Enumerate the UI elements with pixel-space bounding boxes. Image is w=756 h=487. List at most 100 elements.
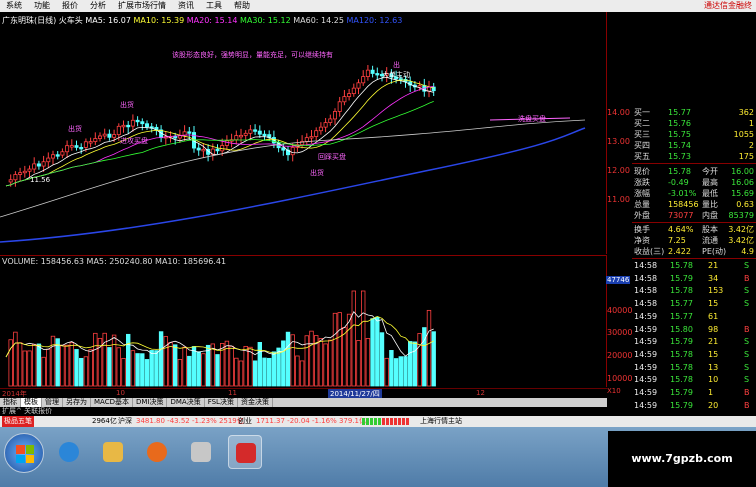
stat-label: 收益(三) — [634, 247, 665, 256]
stat-label: 外盘 — [634, 211, 650, 220]
bid-row-2[interactable]: 买二 15.76 1 — [632, 118, 756, 129]
tick-bs: S — [744, 286, 750, 296]
candle-body — [55, 154, 60, 157]
tab-save-as[interactable]: 另存为 — [63, 398, 91, 407]
volume-bar — [370, 318, 375, 387]
volume-bar — [346, 313, 352, 387]
tab-macd[interactable]: MACD基本 — [91, 398, 133, 407]
tick-vol: 1 — [708, 388, 714, 397]
volume-tick-20000: 20000 — [607, 351, 633, 360]
menu-extended-market[interactable]: 扩展市场行情 — [112, 0, 172, 12]
tdx-taskbar-button[interactable] — [228, 435, 262, 469]
bid-price: 15.77 — [668, 108, 691, 117]
tab-indicator[interactable]: 指标 — [0, 398, 21, 407]
tick-row: 14:59 15.77 61 — [632, 312, 756, 322]
date-axis: 2014年 10 11 2014/11/27/四 12 — [0, 388, 607, 399]
volume-bar — [248, 346, 253, 387]
explorer-taskbar-button[interactable] — [96, 435, 130, 469]
volume-bar — [163, 336, 168, 387]
ie-icon — [59, 442, 79, 462]
start-button[interactable] — [4, 433, 44, 473]
tick-vol: 21 — [708, 337, 719, 347]
stat-label: 最低 — [702, 189, 718, 198]
bid-price: 15.76 — [668, 119, 691, 128]
volume-tick-40000: 40000 — [607, 306, 633, 315]
bid-row-3[interactable]: 买三 15.75 1055 — [632, 129, 756, 140]
candle-body — [375, 73, 380, 76]
tick-row: 14:59 15.80 98 B — [632, 325, 756, 335]
menu-help[interactable]: 帮助 — [228, 0, 256, 12]
tick-bs: S — [744, 362, 750, 372]
annotation-sell-3: 出货 — [310, 169, 324, 177]
volume-bar — [234, 357, 239, 387]
candle-body — [238, 134, 243, 138]
tick-time: 14:59 — [634, 375, 658, 385]
date-label-12: 12 — [476, 389, 485, 397]
annotation-sell-1: 出货 — [68, 125, 82, 133]
tab-dmi[interactable]: DMI决策 — [133, 398, 168, 407]
candle-body — [248, 129, 253, 134]
candle-body — [351, 87, 356, 94]
volume-bar — [158, 331, 164, 387]
volume-bar — [36, 343, 42, 387]
menu-quote[interactable]: 报价 — [56, 0, 84, 12]
tick-time: 14:59 — [634, 400, 658, 410]
ma-indicator-line: 广东明珠(日线) 火车头 MA5: 16.07 MA10: 15.39 MA20… — [2, 15, 402, 26]
volume-bar — [426, 309, 432, 387]
candle-body — [417, 85, 422, 88]
candle-body — [332, 111, 337, 120]
candle-body — [102, 133, 107, 137]
menu-analysis[interactable]: 分析 — [84, 0, 112, 12]
volume-bar — [126, 333, 131, 387]
tab-fsl[interactable]: FSL决策 — [205, 398, 238, 407]
ime-logo[interactable]: 极品五笔 — [2, 416, 34, 427]
volume-bar — [41, 356, 46, 387]
stat-row-turnover: 换手 4.64% 股本 3.42亿 — [632, 224, 756, 235]
bid-volume: 2 — [748, 141, 754, 150]
ie-taskbar-button[interactable] — [52, 435, 86, 469]
bid-label: 买三 — [634, 130, 650, 139]
stock-name: 广东明珠(日线) — [2, 16, 57, 25]
tick-bs: S — [744, 349, 750, 359]
volume-bar — [398, 356, 403, 387]
tab-manage[interactable]: 管理 — [42, 398, 63, 407]
stat-value: 2.422 — [668, 247, 691, 256]
candle-body — [356, 82, 361, 89]
volume-bar — [393, 358, 399, 387]
volume-panel[interactable]: VOLUME: 158456.63 MA5: 250240.80 MA10: 1… — [0, 255, 607, 387]
ma60-value: MA60: 14.25 — [293, 16, 344, 25]
app-title-badge: 通达信金融终 — [704, 1, 752, 10]
stat-label: PE(动) — [702, 247, 727, 256]
menu-tools[interactable]: 工具 — [200, 0, 228, 12]
stat-row-change: 涨跌 -0.49 最高 16.06 — [632, 177, 756, 188]
candle-body — [121, 124, 126, 128]
volume-bar — [64, 344, 70, 387]
volume-bar — [285, 331, 291, 387]
stat-label: 涨跌 — [634, 178, 650, 187]
menu-system[interactable]: 系统 — [0, 0, 28, 12]
bid-row-4[interactable]: 买四 15.74 2 — [632, 140, 756, 151]
tab-dma[interactable]: DMA决策 — [167, 398, 205, 407]
annotation-sell-2: 出货 — [120, 101, 134, 109]
app-taskbar-button[interactable] — [184, 435, 218, 469]
extension-tab[interactable]: 扩展^ 关联报价 — [0, 407, 607, 415]
media-taskbar-button[interactable] — [140, 435, 174, 469]
bid-row-5[interactable]: 买五 15.73 175 — [632, 151, 756, 162]
volume-bar — [140, 353, 145, 387]
stat-value: 16.06 — [731, 178, 754, 187]
menu-function[interactable]: 功能 — [28, 0, 56, 12]
tick-bs: S — [744, 299, 750, 309]
volume-bar — [328, 339, 333, 387]
server-link[interactable]: 上海行情主站 — [420, 416, 462, 427]
tick-price: 15.79 — [670, 388, 693, 397]
candle-body — [107, 133, 112, 138]
kline-panel[interactable]: 广东明珠(日线) 火车头 MA5: 16.07 MA10: 15.39 MA20… — [0, 12, 607, 254]
bid-row-1[interactable]: 买一 15.77 362 — [632, 107, 756, 118]
menu-info[interactable]: 资讯 — [172, 0, 200, 12]
volume-bar — [431, 331, 436, 387]
candle-body — [144, 123, 149, 128]
tab-capital[interactable]: 资金决策 — [238, 398, 273, 407]
stat-value: 15.78 — [668, 167, 691, 176]
tab-template[interactable]: 模板 — [21, 398, 42, 407]
candle-body — [60, 151, 65, 156]
